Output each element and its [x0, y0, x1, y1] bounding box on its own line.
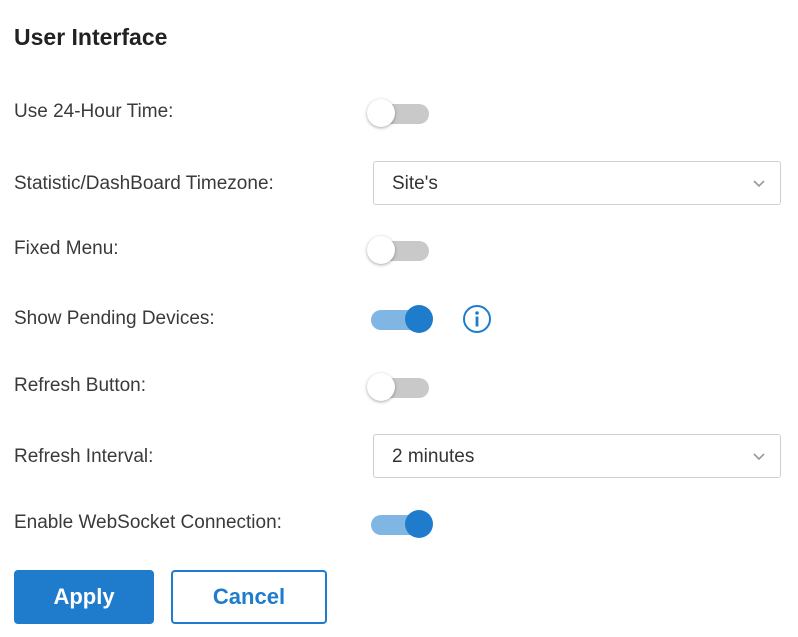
timezone-selected-value: Site's [392, 173, 438, 194]
apply-button[interactable]: Apply [14, 570, 154, 624]
refresh-button-label: Refresh Button: [14, 375, 147, 396]
toggle-knob [367, 99, 395, 127]
chevron-down-icon [753, 453, 765, 461]
show-pending-devices-label: Show Pending Devices: [14, 308, 215, 329]
refresh-interval-select[interactable]: 2 minutes [373, 434, 781, 478]
refresh-interval-label: Refresh Interval: [14, 446, 154, 467]
fixed-menu-label: Fixed Menu: [14, 238, 119, 259]
cancel-button[interactable]: Cancel [171, 570, 327, 624]
toggle-knob [405, 305, 433, 333]
timezone-select[interactable]: Site's [373, 161, 781, 205]
toggle-knob [405, 510, 433, 538]
timezone-label: Statistic/DashBoard Timezone: [14, 173, 274, 194]
toggle-knob [367, 236, 395, 264]
refresh-interval-selected-value: 2 minutes [392, 446, 475, 467]
refresh-button-toggle[interactable] [367, 372, 433, 402]
toggle-knob [367, 373, 395, 401]
enable-websocket-label: Enable WebSocket Connection: [14, 512, 282, 533]
chevron-down-icon [753, 180, 765, 188]
fixed-menu-toggle[interactable] [367, 235, 433, 265]
use-24-hour-time-toggle[interactable] [367, 98, 433, 128]
info-circle-icon[interactable] [461, 303, 493, 335]
use-24-hour-time-label: Use 24-Hour Time: [14, 101, 174, 122]
show-pending-devices-toggle[interactable] [367, 304, 433, 334]
panel-title: User Interface [14, 24, 168, 50]
enable-websocket-toggle[interactable] [367, 509, 433, 539]
